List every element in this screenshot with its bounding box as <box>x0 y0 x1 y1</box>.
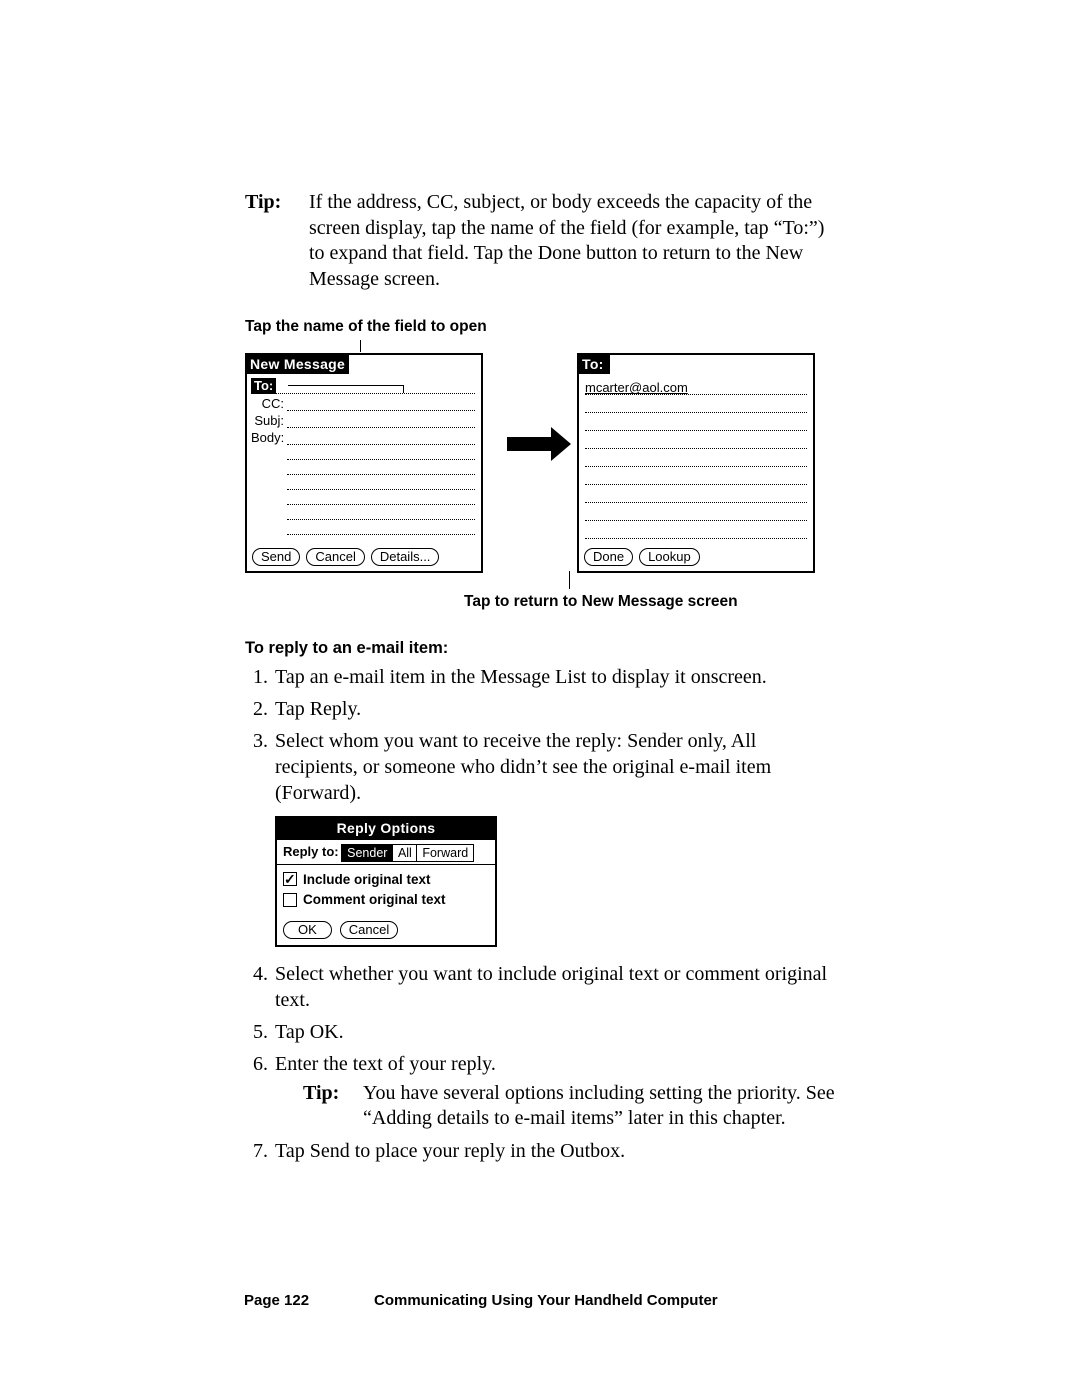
include-original-label: Include original text <box>303 871 431 889</box>
body-line[interactable] <box>287 505 475 520</box>
to-edit-line[interactable] <box>585 485 807 503</box>
comment-original-checkbox[interactable] <box>283 893 297 907</box>
include-original-checkbox[interactable] <box>283 872 297 886</box>
to-edit-line[interactable] <box>585 395 807 413</box>
done-button[interactable]: Done <box>584 548 633 566</box>
reply-to-sender[interactable]: Sender <box>341 844 393 862</box>
ok-button[interactable]: OK <box>283 921 332 939</box>
tip-text: You have several options including setti… <box>363 1081 840 1132</box>
cc-field-label[interactable]: CC: <box>251 396 287 411</box>
body-line[interactable] <box>287 460 475 475</box>
lookup-button[interactable]: Lookup <box>639 548 700 566</box>
procedure-list: Tap an e-mail item in the Message List t… <box>245 664 840 1163</box>
tip-label: Tip: <box>303 1081 363 1132</box>
reply-options-dialog: Reply Options Reply to: Sender All Forwa… <box>275 816 497 946</box>
reply-to-forward[interactable]: Forward <box>416 844 474 862</box>
figure-caption-top: Tap the name of the field to open <box>245 318 840 336</box>
step-text: Enter the text of your reply. <box>275 1053 496 1075</box>
tip-label: Tip: <box>245 190 309 292</box>
page-number: Page 122 <box>244 1292 374 1309</box>
to-email-value: mcarter@aol.com <box>585 380 688 395</box>
dialog-title: Reply Options <box>277 818 495 839</box>
cancel-button[interactable]: Cancel <box>340 921 398 939</box>
to-field-label[interactable]: To: <box>251 378 276 394</box>
manual-page: Tip: If the address, CC, subject, or bod… <box>0 0 1080 1397</box>
step: Enter the text of your reply. Tip: You h… <box>273 1051 840 1132</box>
to-expanded-screen: To: mcarter@aol.com Done Lookup <box>577 353 815 573</box>
to-edit-line[interactable] <box>585 449 807 467</box>
subj-field-label[interactable]: Subj: <box>251 413 287 428</box>
to-field-input[interactable] <box>276 381 475 394</box>
new-message-screen: New Message To: CC: Subj: <box>245 353 483 573</box>
comment-original-label: Comment original text <box>303 891 446 909</box>
details-button[interactable]: Details... <box>371 548 440 566</box>
callout-leader <box>360 340 840 352</box>
callout-leader <box>245 579 840 593</box>
to-edit-line[interactable] <box>585 521 807 539</box>
subj-field-input[interactable] <box>287 415 475 428</box>
page-footer: Page 122 Communicating Using Your Handhe… <box>244 1292 840 1309</box>
tip-paragraph: Tip: If the address, CC, subject, or bod… <box>245 190 840 292</box>
to-edit-line[interactable] <box>585 431 807 449</box>
step: Tap Send to place your reply in the Outb… <box>273 1138 840 1164</box>
step-text: Select whom you want to receive the repl… <box>275 730 771 804</box>
figure-caption-bottom: Tap to return to New Message screen <box>464 593 840 611</box>
tip-paragraph: Tip: You have several options including … <box>303 1081 840 1132</box>
arrow-right-icon <box>501 353 559 451</box>
body-line[interactable] <box>287 490 475 505</box>
cc-field-input[interactable] <box>287 398 475 411</box>
body-line[interactable] <box>287 445 475 460</box>
body-field-label[interactable]: Body: <box>251 430 287 445</box>
cancel-button[interactable]: Cancel <box>306 548 364 566</box>
step: Select whether you want to include origi… <box>273 961 840 1013</box>
to-edit-line[interactable] <box>585 467 807 485</box>
body-field-input[interactable] <box>287 432 475 445</box>
tip-text: If the address, CC, subject, or body exc… <box>309 190 840 292</box>
step: Tap Reply. <box>273 696 840 722</box>
body-line[interactable] <box>287 475 475 490</box>
step: Tap an e-mail item in the Message List t… <box>273 664 840 690</box>
to-edit-line[interactable] <box>585 503 807 521</box>
screen-title: New Message <box>247 355 349 374</box>
screen-title: To: <box>579 355 610 374</box>
send-button[interactable]: Send <box>252 548 300 566</box>
to-edit-line[interactable] <box>585 413 807 431</box>
reply-to-all[interactable]: All <box>392 844 418 862</box>
to-edit-line[interactable]: mcarter@aol.com <box>585 377 807 395</box>
chapter-title: Communicating Using Your Handheld Comput… <box>374 1292 718 1309</box>
body-line[interactable] <box>287 520 475 535</box>
procedure-heading: To reply to an e-mail item: <box>245 639 840 658</box>
step: Select whom you want to receive the repl… <box>273 728 840 946</box>
reply-to-label: Reply to: <box>283 844 339 861</box>
figure-row: New Message To: CC: Subj: <box>245 353 840 573</box>
step: Tap OK. <box>273 1019 840 1045</box>
